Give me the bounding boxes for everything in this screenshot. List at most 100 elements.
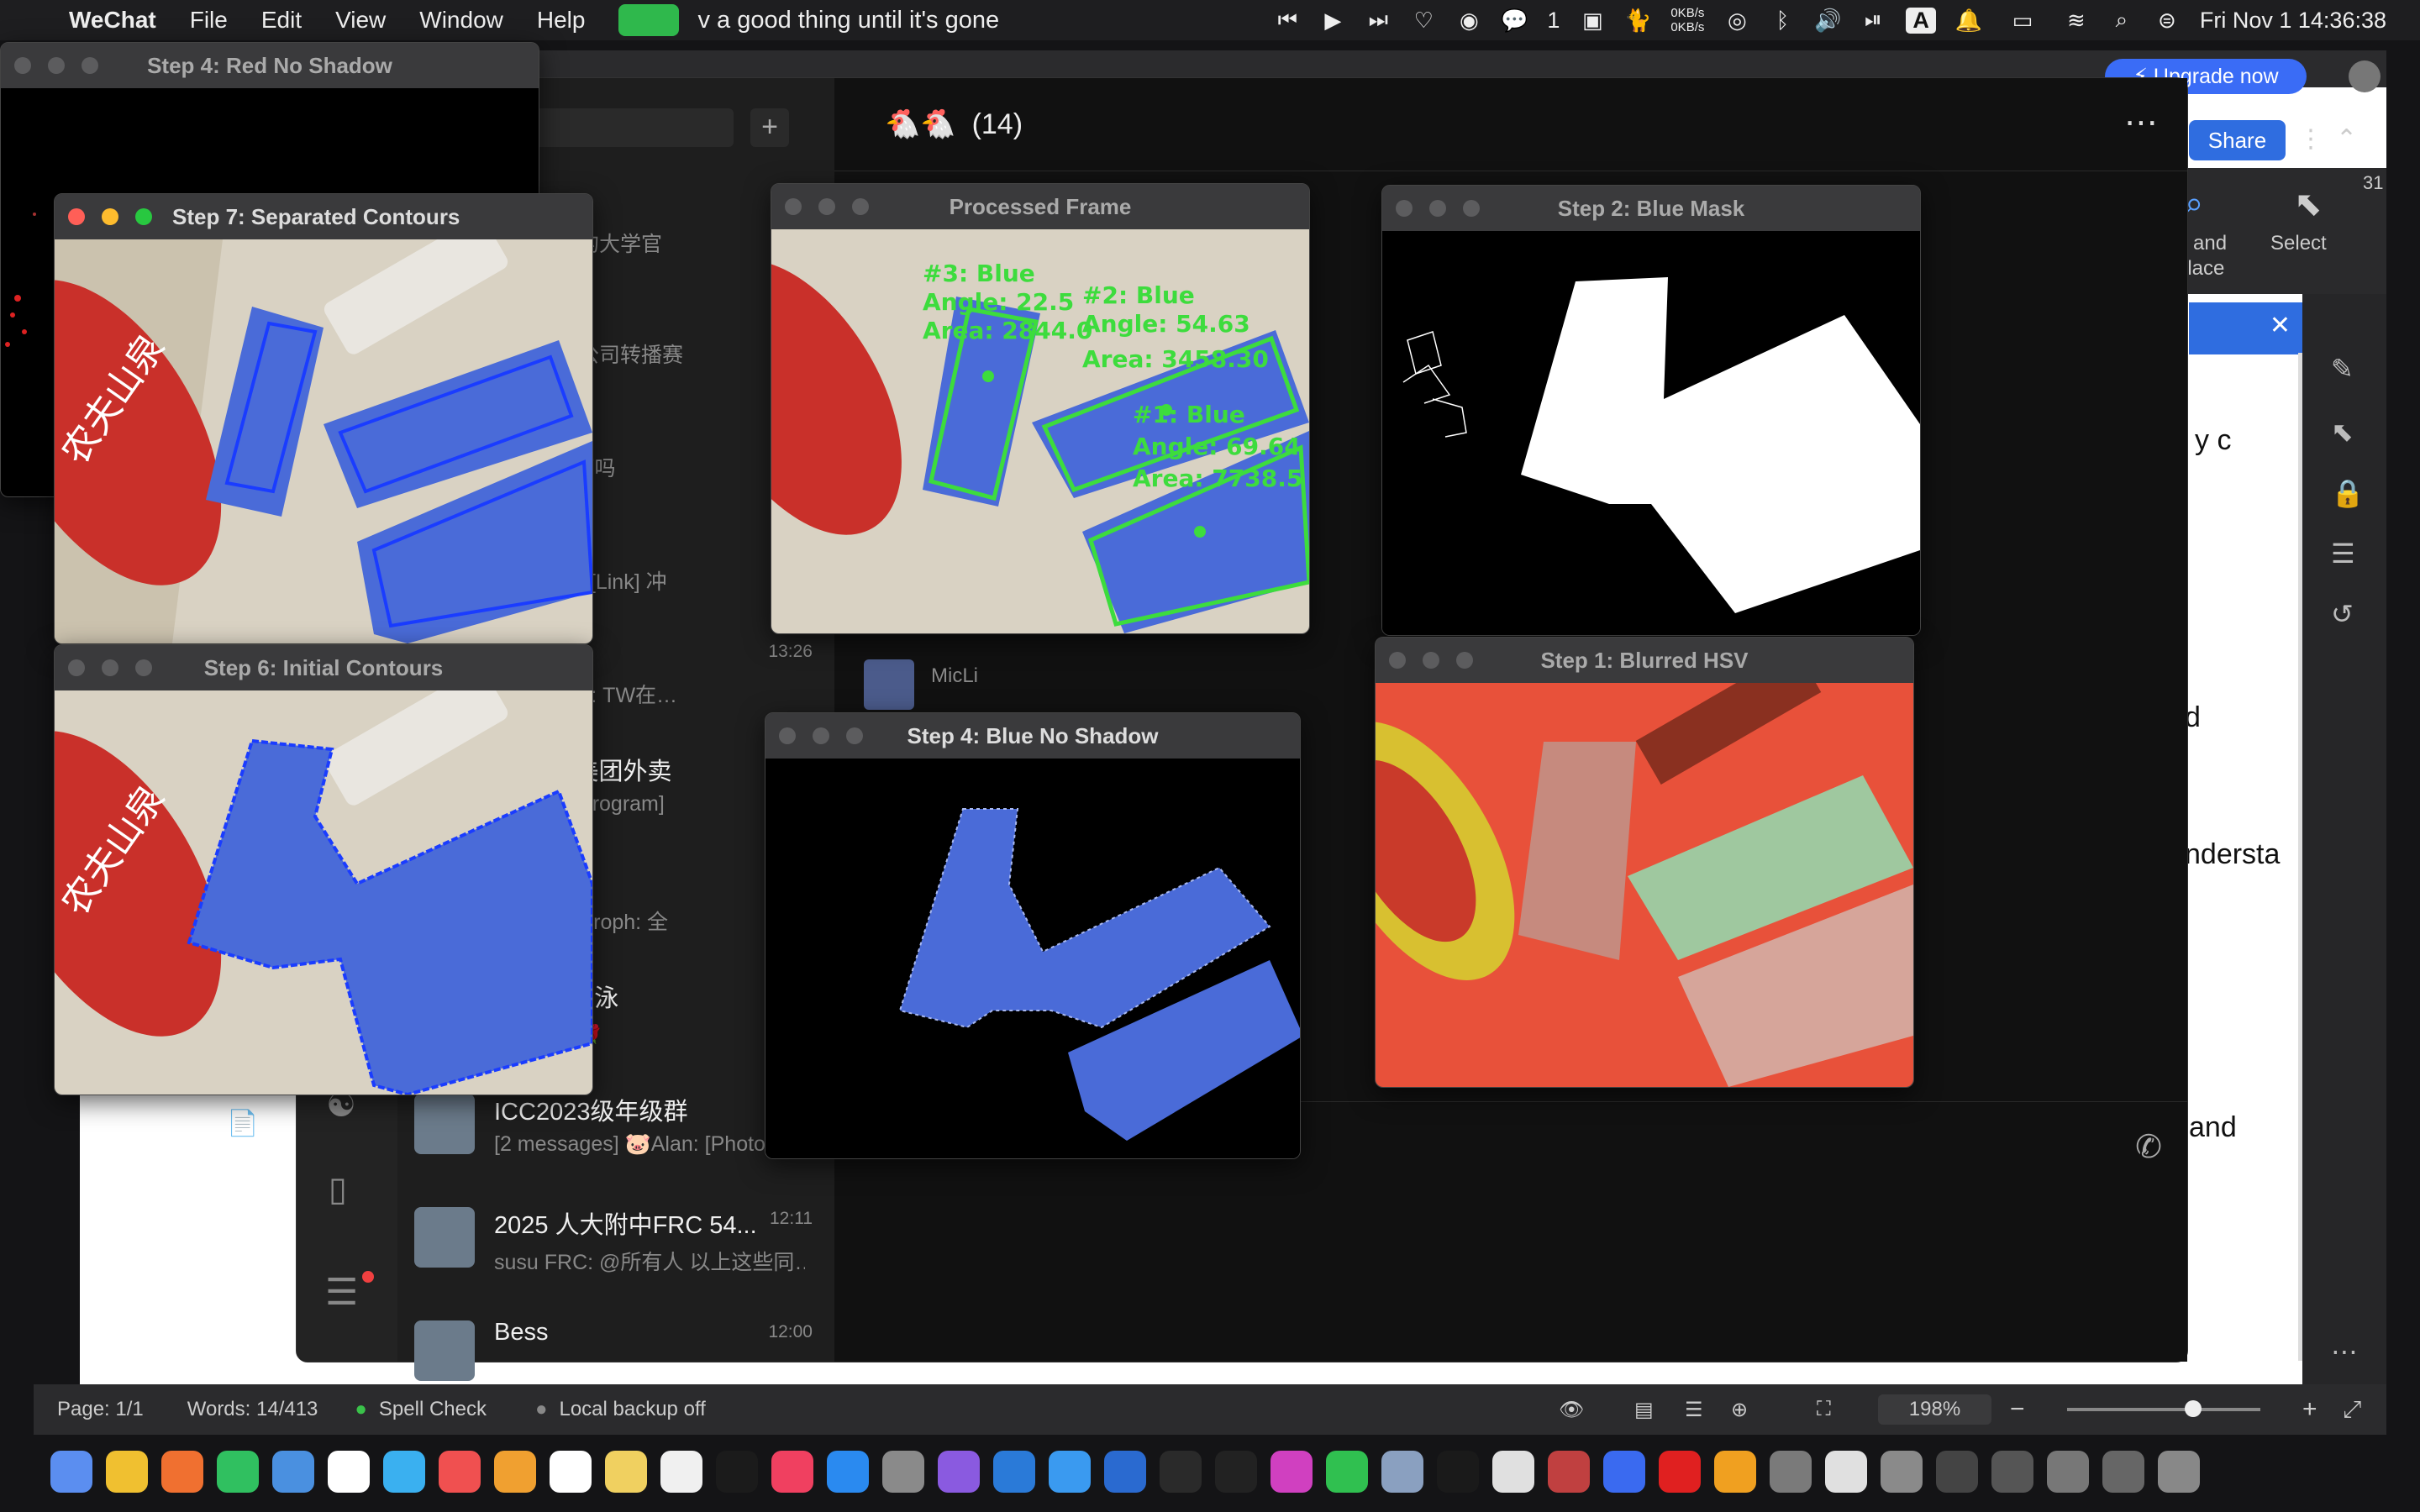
- dock-app-icon[interactable]: [771, 1451, 813, 1493]
- dock-app-icon[interactable]: [1603, 1451, 1645, 1493]
- dock-app-icon[interactable]: [1381, 1451, 1423, 1493]
- control-center-icon[interactable]: ⊜: [2154, 8, 2180, 33]
- close-icon[interactable]: [14, 57, 31, 74]
- dock-app-icon[interactable]: [328, 1451, 370, 1493]
- dock-app-icon[interactable]: [1659, 1451, 1701, 1493]
- bluetooth-icon[interactable]: ᛒ: [1770, 8, 1795, 33]
- dock-app-icon[interactable]: [494, 1451, 536, 1493]
- volume-icon[interactable]: 🔊: [1814, 8, 1841, 33]
- close-notice-icon[interactable]: ✕: [2270, 311, 2291, 340]
- close-icon[interactable]: [68, 659, 85, 676]
- title-bar[interactable]: Step 2: Blue Mask: [1382, 186, 1920, 231]
- add-chat-button[interactable]: +: [750, 108, 789, 147]
- dock-app-icon[interactable]: [272, 1451, 314, 1493]
- lock-icon[interactable]: 🔒: [2331, 477, 2365, 509]
- zoom-icon[interactable]: [82, 57, 98, 74]
- account-avatar[interactable]: [2349, 60, 2381, 92]
- dock-app-icon[interactable]: [50, 1451, 92, 1493]
- zoom-in-icon[interactable]: +: [2302, 1395, 2317, 1424]
- play-icon[interactable]: ▶: [1320, 8, 1345, 33]
- wps-icon[interactable]: ▣: [1580, 8, 1605, 33]
- dock-app-icon[interactable]: [217, 1451, 259, 1493]
- dock-app-icon[interactable]: [660, 1451, 702, 1493]
- menu-file[interactable]: File: [190, 7, 228, 34]
- minimize-icon[interactable]: [102, 659, 118, 676]
- dock-app-icon[interactable]: [383, 1451, 425, 1493]
- dock-app-icon[interactable]: [2158, 1451, 2200, 1493]
- wifi-icon[interactable]: ≋: [2064, 8, 2089, 33]
- minimize-icon[interactable]: [102, 208, 118, 225]
- now-playing[interactable]: v a good thing until it's gone: [697, 7, 999, 34]
- zoom-out-icon[interactable]: −: [2010, 1395, 2025, 1424]
- dock-app-icon[interactable]: [1492, 1451, 1534, 1493]
- zoom-icon[interactable]: [846, 727, 863, 744]
- close-icon[interactable]: [779, 727, 796, 744]
- select-cursor-icon[interactable]: ⬉: [2294, 185, 2323, 223]
- title-bar[interactable]: Step 4: Blue No Shadow: [765, 713, 1300, 759]
- title-bar[interactable]: Step 1: Blurred HSV: [1376, 638, 1913, 683]
- dock-app-icon[interactable]: [1049, 1451, 1091, 1493]
- word-count[interactable]: Words: 14/413: [187, 1398, 318, 1421]
- phone-icon[interactable]: ▯: [329, 1170, 347, 1209]
- wechat-menubar-icon[interactable]: 💬: [1501, 8, 1528, 33]
- minimize-icon[interactable]: [1429, 200, 1446, 217]
- search-icon[interactable]: ⌕: [2109, 7, 2134, 33]
- title-bar[interactable]: Step 7: Separated Contours: [55, 194, 592, 239]
- zoom-icon[interactable]: [1456, 652, 1473, 669]
- pen-icon[interactable]: ✎: [2331, 353, 2354, 385]
- select-label[interactable]: Select: [2270, 232, 2327, 255]
- minimize-icon[interactable]: [818, 198, 835, 215]
- dock-app-icon[interactable]: [1160, 1451, 1202, 1493]
- zoom-slider[interactable]: [2067, 1408, 2260, 1411]
- page-view-icon[interactable]: ▤: [1634, 1398, 1654, 1422]
- spell-check-icon[interactable]: ●: [355, 1398, 367, 1421]
- dock-app-icon[interactable]: [1770, 1451, 1812, 1493]
- settings-sliders-icon[interactable]: ☰: [2331, 538, 2355, 570]
- window-blue-no-shadow[interactable]: Step 4: Blue No Shadow: [765, 712, 1301, 1159]
- dock-app-icon[interactable]: [439, 1451, 481, 1493]
- title-bar[interactable]: Step 6: Initial Contours: [55, 645, 592, 690]
- outline-view-icon[interactable]: ☰: [1685, 1398, 1703, 1422]
- dock-app-icon[interactable]: [1548, 1451, 1590, 1493]
- window-blue-mask[interactable]: Step 2: Blue Mask: [1381, 185, 1921, 636]
- battery-icon[interactable]: ▭: [2002, 8, 2044, 33]
- eye-protection-icon[interactable]: 👁: [1559, 1398, 1584, 1422]
- menu-icon[interactable]: ☰: [325, 1271, 358, 1314]
- window-blurred-hsv[interactable]: Step 1: Blurred HSV: [1375, 637, 1914, 1088]
- minimize-icon[interactable]: [48, 57, 65, 74]
- dock-app-icon[interactable]: [2102, 1451, 2144, 1493]
- window-initial-contours[interactable]: Step 6: Initial Contours 农夫山泉: [54, 644, 593, 1095]
- window-processed-frame[interactable]: Processed Frame #3: Blue Angle: 22.5 Are…: [771, 183, 1310, 634]
- close-icon[interactable]: [785, 198, 802, 215]
- zoom-slider-handle[interactable]: [2185, 1400, 2202, 1417]
- dock-app-icon[interactable]: [993, 1451, 1035, 1493]
- input-mode[interactable]: A: [1906, 7, 1936, 34]
- dock-app-icon[interactable]: [1437, 1451, 1479, 1493]
- dock-app-icon[interactable]: [550, 1451, 592, 1493]
- airdrop-icon[interactable]: ◎: [1724, 8, 1749, 33]
- dock-app-icon[interactable]: [882, 1451, 924, 1493]
- more-vertical-icon[interactable]: ⋮: [2298, 124, 2323, 154]
- dock-app-icon[interactable]: [1936, 1451, 1978, 1493]
- dock-app-icon[interactable]: [1270, 1451, 1313, 1493]
- more-options-icon[interactable]: ⋯: [2124, 103, 2158, 142]
- cat-icon[interactable]: 🐈: [1624, 8, 1651, 33]
- window-separated-contours[interactable]: Step 7: Separated Contours 农夫山泉: [54, 193, 593, 644]
- dock-app-icon[interactable]: [1326, 1451, 1368, 1493]
- web-view-icon[interactable]: ⊕: [1731, 1398, 1748, 1422]
- minimize-icon[interactable]: [813, 727, 829, 744]
- dock-app-icon[interactable]: [161, 1451, 203, 1493]
- history-icon[interactable]: ↺: [2331, 598, 2354, 630]
- minimize-icon[interactable]: [1423, 652, 1439, 669]
- dock-app-icon[interactable]: [2047, 1451, 2089, 1493]
- title-bar[interactable]: Step 4: Red No Shadow: [1, 43, 539, 88]
- now-playing-icon[interactable]: ⏯: [1860, 7, 1886, 33]
- more-icon[interactable]: ⋯: [2331, 1336, 2358, 1368]
- dock-app-icon[interactable]: [1991, 1451, 2033, 1493]
- dock-app-icon[interactable]: [106, 1451, 148, 1493]
- zoom-icon[interactable]: [135, 208, 152, 225]
- close-icon[interactable]: [68, 208, 85, 225]
- close-icon[interactable]: [1396, 200, 1413, 217]
- doc-style-icon[interactable]: 📄: [227, 1109, 258, 1138]
- dock-app-icon[interactable]: [1714, 1451, 1756, 1493]
